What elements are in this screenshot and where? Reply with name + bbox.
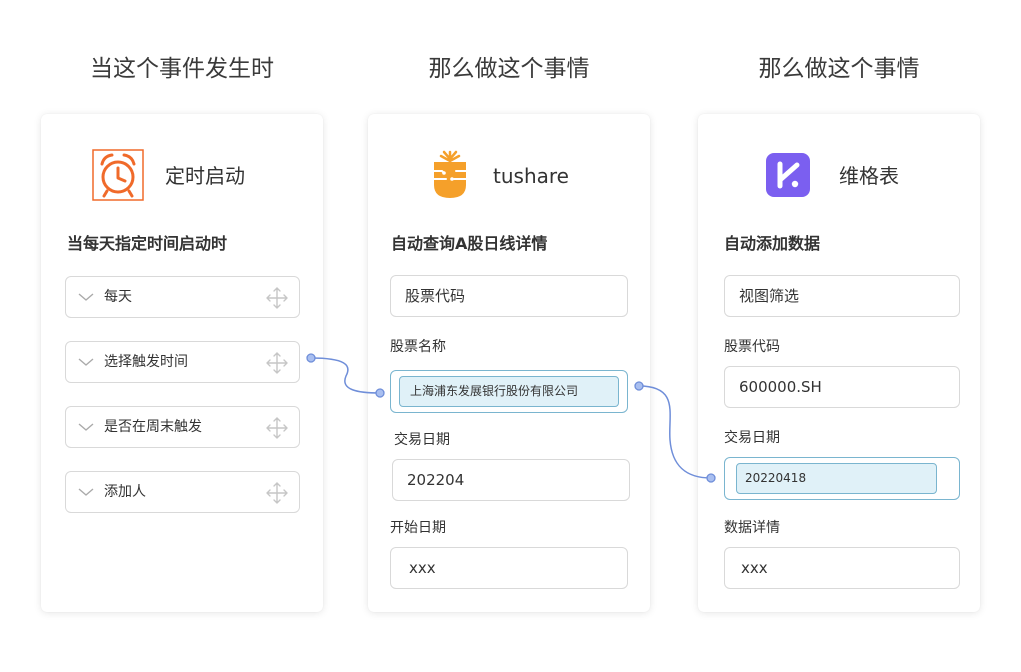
stock-code-field[interactable]: 股票代码 xyxy=(390,275,628,317)
option-label: 选择触发时间 xyxy=(104,354,188,370)
tushare-app-name: tushare xyxy=(493,164,569,188)
data-detail-label: 数据详情 xyxy=(724,520,780,536)
column-header-trigger: 当这个事件发生时 xyxy=(90,56,274,82)
timer-trigger-card: 定时启动 当每天指定时间启动时 每天 选择触发时间 是否在周末触发 添加人 xyxy=(41,114,323,612)
timer-subtitle: 当每天指定时间启动时 xyxy=(67,234,228,253)
trade-date-field[interactable]: 202204 xyxy=(392,459,630,501)
chevron-down-icon xyxy=(78,423,94,431)
move-arrows-icon[interactable] xyxy=(265,416,289,440)
vika-app-name: 维格表 xyxy=(839,164,899,188)
tushare-subtitle: 自动查询A股日线详情 xyxy=(391,234,548,253)
start-date-label: 开始日期 xyxy=(390,520,446,536)
move-arrows-icon[interactable] xyxy=(265,351,289,375)
option-every-day[interactable]: 每天 xyxy=(65,276,300,318)
start-date-field[interactable]: xxx xyxy=(390,547,628,589)
column-header-action-2: 那么做这个事情 xyxy=(758,56,920,82)
vika-logo-icon xyxy=(766,153,810,197)
option-label: 是否在周末触发 xyxy=(104,419,202,435)
option-label: 每天 xyxy=(104,289,132,305)
vika-trade-date-label: 交易日期 xyxy=(724,430,780,446)
move-arrows-icon[interactable] xyxy=(265,481,289,505)
vika-subtitle: 自动添加数据 xyxy=(724,234,821,253)
alarm-clock-icon xyxy=(92,149,144,201)
chevron-down-icon xyxy=(78,358,94,366)
stock-name-label: 股票名称 xyxy=(390,339,446,355)
column-header-action-1: 那么做这个事情 xyxy=(428,56,590,82)
view-filter-field[interactable]: 视图筛选 xyxy=(724,275,960,317)
option-trigger-on-weekend[interactable]: 是否在周末触发 xyxy=(65,406,300,448)
timer-app-name: 定时启动 xyxy=(165,164,245,188)
vika-trade-date-field[interactable]: 20220418 xyxy=(724,457,960,500)
chevron-down-icon xyxy=(78,488,94,496)
vika-action-card: 维格表 自动添加数据 视图筛选 股票代码 600000.SH 交易日期 2022… xyxy=(698,114,980,612)
option-select-trigger-time[interactable]: 选择触发时间 xyxy=(65,341,300,383)
tushare-action-card: tushare 自动查询A股日线详情 股票代码 股票名称 上海浦东发展银行股份有… xyxy=(368,114,650,612)
trade-date-variable-chip[interactable]: 20220418 xyxy=(736,463,937,494)
trade-date-label: 交易日期 xyxy=(394,432,450,448)
vika-stock-code-field[interactable]: 600000.SH xyxy=(724,366,960,408)
vika-stock-code-label: 股票代码 xyxy=(724,339,780,355)
stock-name-field[interactable]: 上海浦东发展银行股份有限公司 xyxy=(390,370,628,413)
stock-name-variable-chip[interactable]: 上海浦东发展银行股份有限公司 xyxy=(399,376,619,407)
move-arrows-icon[interactable] xyxy=(265,286,289,310)
option-add-person[interactable]: 添加人 xyxy=(65,471,300,513)
option-label: 添加人 xyxy=(104,484,146,500)
carrot-icon xyxy=(433,150,467,198)
data-detail-field[interactable]: xxx xyxy=(724,547,960,589)
chevron-down-icon xyxy=(78,293,94,301)
